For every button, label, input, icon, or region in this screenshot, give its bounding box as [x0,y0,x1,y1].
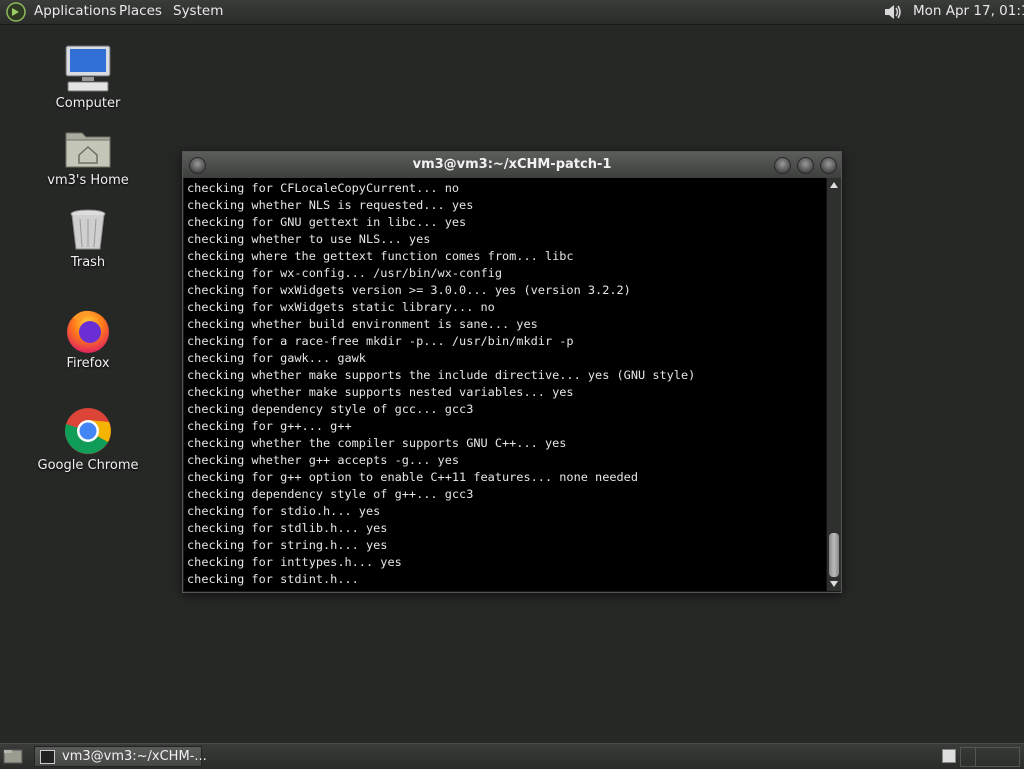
terminal-line: checking for CFLocaleCopyCurrent... no [187,181,460,195]
taskbar-button-label: vm3@vm3:~/xCHM-... [62,749,207,764]
show-desktop-icon[interactable] [3,748,23,764]
taskbar-terminal-button[interactable]: vm3@vm3:~/xCHM-... [34,746,207,767]
terminal-output[interactable]: checking for CFLocaleCopyCurrent... no ch… [184,178,826,591]
terminal-line: checking for stdio.h... yes [187,504,381,518]
distro-logo-icon[interactable] [6,2,26,22]
desktop-icon-home[interactable]: vm3's Home [28,127,148,188]
desktop-icon-chrome[interactable]: Google Chrome [28,406,148,473]
places-menu[interactable]: Places [119,3,162,19]
scroll-up-arrow-icon[interactable] [830,182,838,188]
terminal-lines: checking for CFLocaleCopyCurrent... no ch… [184,178,826,588]
terminal-line: checking dependency style of g++... gcc3 [187,487,474,501]
terminal-line: checking whether make supports the inclu… [187,368,696,382]
terminal-line: checking whether to use NLS... yes [187,232,431,246]
terminal-line: checking for wxWidgets static library...… [187,300,495,314]
terminal-line: checking for GNU gettext in libc... yes [187,215,467,229]
home-folder-icon [65,132,111,168]
close-button[interactable] [820,157,837,174]
terminal-icon [40,750,55,764]
workspace-switcher[interactable] [960,747,1020,767]
terminal-line: checking for g++ option to enable C++11 … [187,470,639,484]
terminal-line: checking whether make supports nested va… [187,385,574,399]
firefox-icon [67,310,109,353]
terminal-line: checking for gawk... gawk [187,351,366,365]
terminal-line: checking whether build environment is sa… [187,317,538,331]
terminal-scrollbar[interactable] [826,178,841,591]
title-bar[interactable]: vm3@vm3:~/xCHM-patch-1 [183,152,841,178]
terminal-line: checking whether NLS is requested... yes [187,198,474,212]
window-title: vm3@vm3:~/xCHM-patch-1 [412,157,612,172]
applications-menu[interactable]: Applications [34,3,116,19]
desktop-icon-label: vm3's Home [47,173,129,188]
workspace-1[interactable] [942,749,956,763]
computer-icon [65,45,111,92]
terminal-window: vm3@vm3:~/xCHM-patch-1 checking for CFLo… [182,151,842,593]
bottom-panel: vm3@vm3:~/xCHM-... [0,743,1024,769]
volume-icon[interactable] [882,2,904,22]
maximize-button[interactable] [797,157,814,174]
trash-icon [70,209,106,250]
desktop-icon-trash[interactable]: Trash [28,207,148,270]
terminal-line: checking for inttypes.h... yes [187,555,402,569]
desktop-icon-label: Google Chrome [37,458,139,473]
desktop-icon-firefox[interactable]: Firefox [28,306,148,371]
terminal-line: checking for stdlib.h... yes [187,521,388,535]
scroll-down-arrow-icon[interactable] [830,581,838,587]
system-menu[interactable]: System [173,3,223,19]
terminal-line: checking for wxWidgets version >= 3.0.0.… [187,283,631,297]
desktop-icon-label: Trash [70,255,106,270]
minimize-button[interactable] [774,157,791,174]
scrollbar-thumb[interactable] [829,533,839,577]
terminal-line: checking for string.h... yes [187,538,388,552]
clock[interactable]: Mon Apr 17, 01:15 [913,3,1024,19]
terminal-line: checking whether the compiler supports G… [187,436,567,450]
chrome-icon [64,408,111,454]
top-panel: Applications Places System Mon Apr 17, 0… [0,0,1024,25]
terminal-line: checking whether g++ accepts -g... yes [187,453,460,467]
desktop-icon-label: Computer [55,96,121,111]
terminal-line: checking for stdint.h... [187,572,359,586]
terminal-line: checking where the gettext function come… [187,249,574,263]
desktop-icon-computer[interactable]: Computer [28,44,148,111]
terminal-line: checking for a race-free mkdir -p... /us… [187,334,574,348]
desktop-icon-label: Firefox [66,356,110,371]
terminal-line: checking for g++... g++ [187,419,352,433]
terminal-line: checking for wx-config... /usr/bin/wx-co… [187,266,502,280]
terminal-line: checking dependency style of gcc... gcc3 [187,402,474,416]
